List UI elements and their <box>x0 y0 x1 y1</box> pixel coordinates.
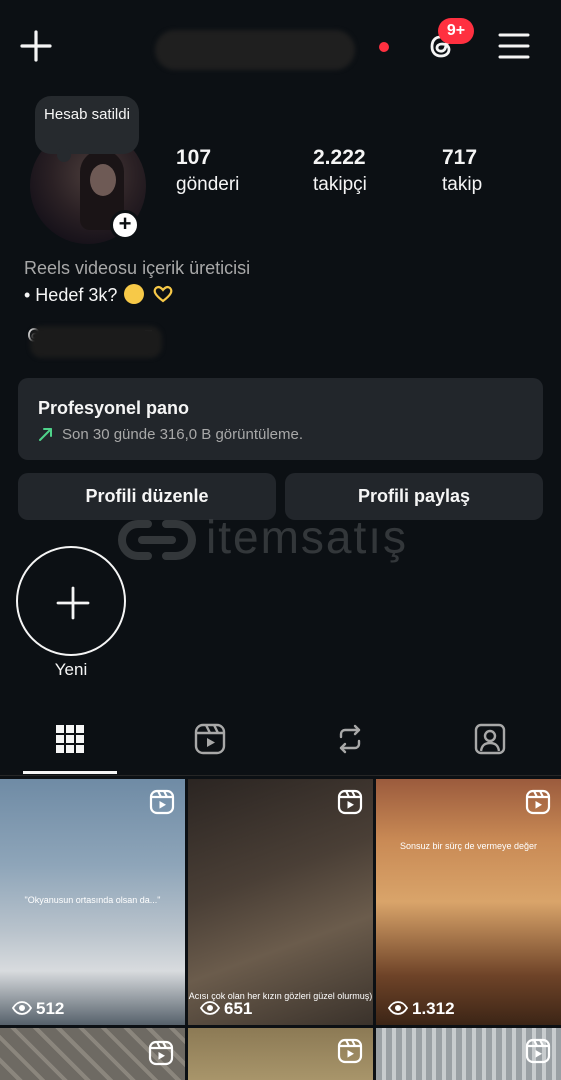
eye-icon <box>388 1001 408 1015</box>
view-count-value: 1.312 <box>412 999 455 1018</box>
stat-followers-value: 2.222 <box>313 146 366 169</box>
create-plus-icon[interactable] <box>18 28 54 64</box>
tab-reels[interactable] <box>163 716 257 770</box>
top-bar: n 9+ <box>0 0 561 96</box>
grid-post-3[interactable]: Sonsuz bir sürç de vermeye değer 1.312 <box>376 779 561 1025</box>
dashboard-title: Profesyonel pano <box>38 398 190 418</box>
stat-following[interactable]: 717 takip <box>442 146 482 196</box>
post-view-count: 512 <box>12 999 64 1019</box>
trending-up-icon <box>39 428 52 441</box>
watermark: itemsatış <box>118 512 448 568</box>
grid-post-6[interactable] <box>376 1028 561 1080</box>
grid-post-5[interactable] <box>188 1028 373 1080</box>
username-redaction <box>155 30 355 70</box>
stat-followers[interactable]: 2.222 takipçi <box>313 146 367 196</box>
tagged-icon <box>474 723 506 755</box>
reposts-icon <box>339 724 361 754</box>
view-count-value: 651 <box>224 999 253 1018</box>
profile-category: Reels videosu içerik üreticisi <box>24 258 251 278</box>
dashboard-subtitle: Son 30 günde 316,0 B görüntüleme. <box>62 426 304 443</box>
view-count-value: 512 <box>36 999 65 1018</box>
edit-profile-button[interactable]: Profili düzenle <box>18 473 276 520</box>
share-profile-button[interactable]: Profili paylaş <box>285 473 543 520</box>
grid-post-1[interactable]: "Okyanusun ortasında olsan da..." 512 <box>0 779 185 1025</box>
avatar-face-shape <box>90 164 116 196</box>
plus-icon <box>56 586 90 620</box>
eye-icon <box>12 1001 32 1015</box>
notification-dot <box>379 42 389 52</box>
add-story-icon[interactable]: + <box>110 210 140 240</box>
eye-icon <box>200 1001 220 1015</box>
post-caption: Sonsuz bir sürç de vermeye değer <box>399 841 538 851</box>
threads-redaction <box>30 326 162 358</box>
post-caption: "Okyanusun ortasında olsan da..." <box>24 895 161 905</box>
tab-divider <box>0 775 561 776</box>
notification-badge: 9+ <box>438 18 474 44</box>
post-view-count: 1.312 <box>388 999 455 1019</box>
reel-badge-icon <box>525 1038 551 1064</box>
tab-reposts[interactable] <box>303 716 397 770</box>
watermark-logo-icon <box>118 520 196 560</box>
grid-post-2[interactable]: Acısı çok olan her kızın gözleri güzel o… <box>188 779 373 1025</box>
stat-following-label: takip <box>442 174 483 195</box>
reel-badge-icon <box>525 789 551 815</box>
tab-tagged[interactable] <box>443 716 537 770</box>
reel-badge-icon <box>149 789 175 815</box>
new-highlight-button[interactable] <box>16 546 126 656</box>
tab-grid[interactable] <box>23 716 117 770</box>
active-tab-indicator <box>23 771 117 774</box>
post-view-count: 651 <box>200 999 252 1019</box>
grid-icon <box>56 725 84 753</box>
reel-badge-icon <box>337 1038 363 1064</box>
reel-badge-icon <box>337 789 363 815</box>
menu-icon[interactable] <box>497 30 531 62</box>
stat-posts-label: gönderi <box>176 174 240 195</box>
stat-posts[interactable]: 107 gönderi <box>176 146 239 196</box>
stat-following-value: 717 <box>442 146 478 169</box>
reel-badge-icon <box>148 1040 174 1066</box>
heart-hands-emoji-icon <box>153 285 173 303</box>
professional-dashboard[interactable]: Profesyonel pano Son 30 günde 316,0 B gö… <box>18 378 543 460</box>
reels-icon <box>194 723 226 755</box>
profile-note[interactable]: Hesab satildi <box>35 96 139 162</box>
stat-posts-value: 107 <box>176 146 212 169</box>
smiling-face-emoji-icon <box>124 284 145 304</box>
bio-text: • Hedef 3k? <box>24 285 118 305</box>
stat-followers-label: takipçi <box>313 174 367 195</box>
new-highlight-label: Yeni <box>54 660 88 679</box>
profile-bio: • Hedef 3k? <box>24 284 175 306</box>
